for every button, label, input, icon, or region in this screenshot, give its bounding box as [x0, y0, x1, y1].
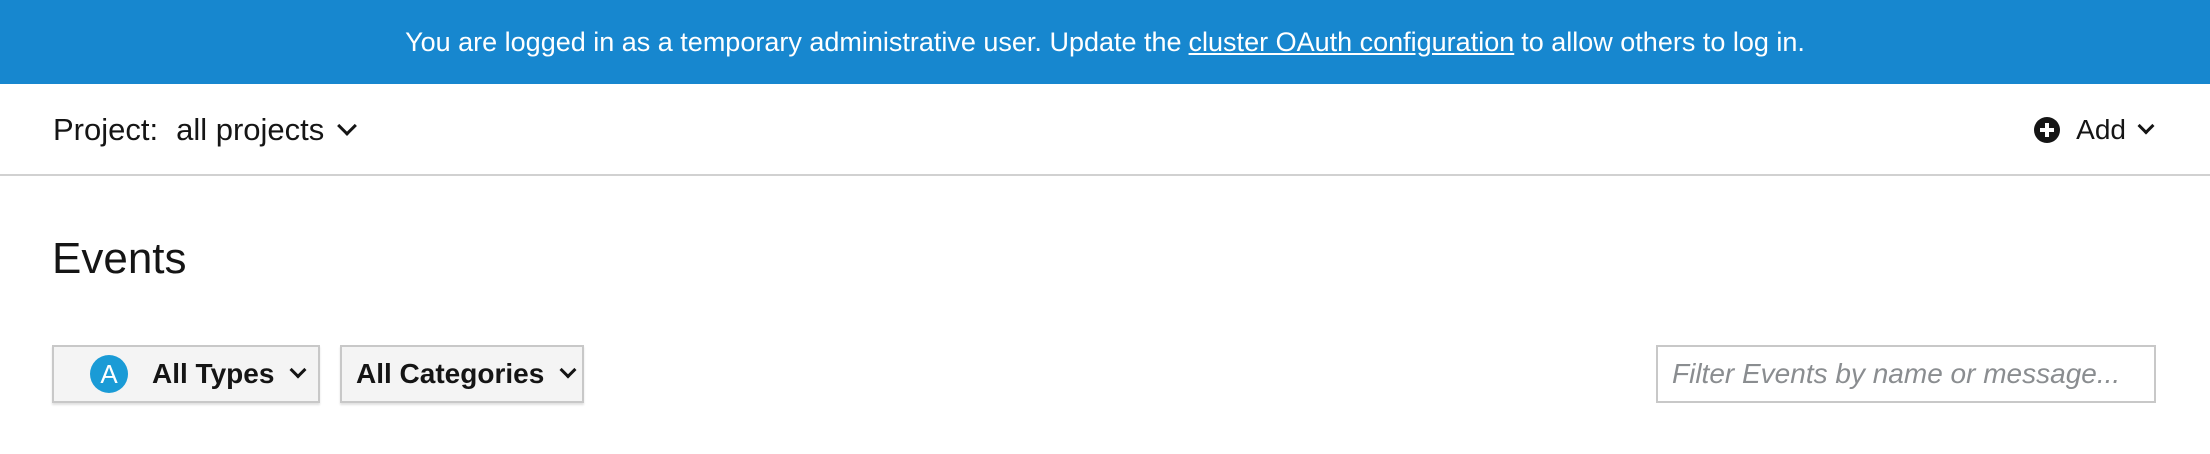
types-filter-label: All Types	[152, 358, 275, 389]
project-dropdown[interactable]: Project: all projects	[53, 108, 358, 152]
banner-text-start: You are logged in as a temporary adminis…	[405, 26, 1182, 57]
add-label: Add	[2076, 114, 2126, 145]
admin-notification-banner: You are logged in as a temporary adminis…	[0, 0, 2210, 84]
chevron-down-icon	[559, 361, 577, 379]
banner-text-end: to allow others to log in.	[1521, 26, 1805, 57]
plus-circle-icon	[2034, 117, 2061, 143]
chevron-down-icon	[289, 361, 307, 379]
add-button[interactable]: Add	[2034, 108, 2155, 152]
page-title: Events	[52, 234, 187, 283]
project-bar: Project: all projects Add	[0, 84, 2210, 176]
chevron-down-icon	[337, 116, 358, 136]
types-filter-dropdown[interactable]: A All Types	[52, 345, 320, 403]
type-badge: A	[90, 355, 128, 393]
chevron-down-icon	[2137, 117, 2155, 135]
filter-events-input[interactable]	[1656, 345, 2156, 403]
categories-filter-label: All Categories	[356, 358, 545, 389]
project-value: all projects	[176, 112, 325, 147]
categories-filter-dropdown[interactable]: All Categories	[340, 345, 584, 403]
project-label: Project:	[53, 112, 159, 147]
cluster-oauth-link[interactable]: cluster OAuth configuration	[1189, 27, 1515, 58]
